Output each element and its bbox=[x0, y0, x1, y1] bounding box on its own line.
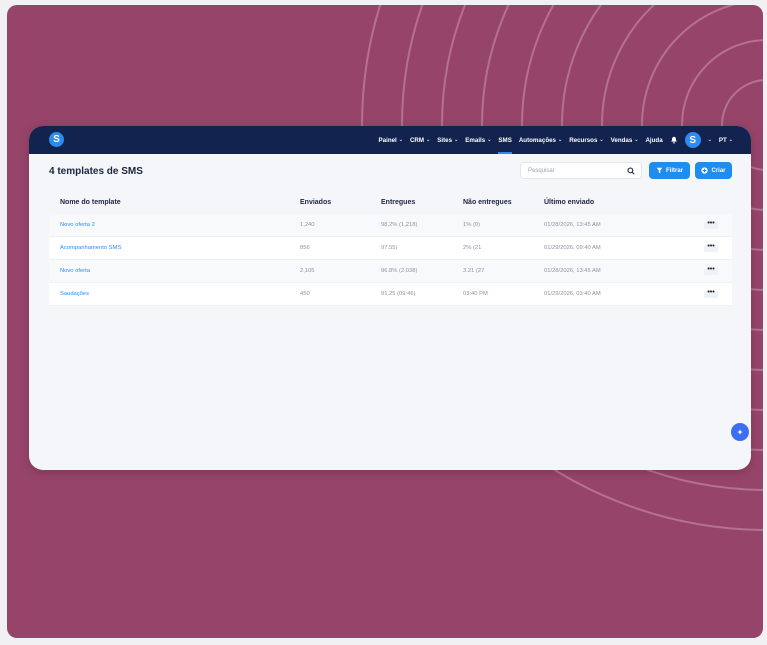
template-name-link[interactable]: Novo oferta 2 bbox=[49, 222, 300, 228]
header-sent[interactable]: Enviados bbox=[300, 199, 381, 206]
nav-item-sites[interactable]: Sites ⌄ bbox=[437, 126, 458, 154]
top-navbar: S Painel ⌄ CRM ⌄ Sites ⌄ Emails ⌄ SMS Automa… bbox=[29, 126, 751, 154]
search-input[interactable]: Pesquisar bbox=[520, 162, 642, 179]
chevron-down-icon: ⌄ bbox=[634, 137, 639, 143]
more-options-button[interactable]: ••• bbox=[704, 220, 718, 229]
header-template-name[interactable]: Nome do template bbox=[49, 199, 300, 206]
more-options-button[interactable]: ••• bbox=[704, 289, 718, 298]
filter-icon bbox=[656, 167, 663, 174]
search-placeholder: Pesquisar bbox=[528, 167, 555, 174]
chevron-down-icon: ⌄ bbox=[426, 137, 431, 143]
chevron-down-icon: ⌄ bbox=[599, 137, 604, 143]
create-button[interactable]: Criar bbox=[695, 162, 732, 179]
nav-item-ajuda[interactable]: Ajuda bbox=[645, 126, 662, 154]
background-frame: S Painel ⌄ CRM ⌄ Sites ⌄ Emails ⌄ SMS Automa… bbox=[7, 5, 763, 638]
nav-item-emails[interactable]: Emails ⌄ bbox=[465, 126, 491, 154]
main-menu: Painel ⌄ CRM ⌄ Sites ⌄ Emails ⌄ SMS Automaçõ… bbox=[379, 126, 733, 154]
template-name-link[interactable]: Acompanhamento SMS bbox=[49, 245, 300, 251]
last-sent-value: 01/29/2026, 09:40 AM bbox=[544, 245, 601, 251]
table-body: Novo oferta 2 1,240 98.2% (1,218) 1% (0)… bbox=[49, 214, 732, 306]
undelivered-value: 03:40 PM bbox=[463, 291, 488, 297]
assistant-button[interactable]: ✦ bbox=[731, 423, 749, 441]
app-window: S Painel ⌄ CRM ⌄ Sites ⌄ Emails ⌄ SMS Automa… bbox=[29, 126, 751, 470]
nav-item-automacoes[interactable]: Automações ⌄ bbox=[519, 126, 562, 154]
language-selector[interactable]: PT ⌄ bbox=[719, 126, 733, 154]
sent-value: 2,105 bbox=[300, 268, 315, 274]
template-name-link[interactable]: Saudações bbox=[49, 291, 300, 297]
user-menu-chevron[interactable]: ⌄ bbox=[708, 126, 712, 154]
chevron-down-icon: ⌄ bbox=[728, 137, 733, 143]
nav-item-vendas[interactable]: Vendas ⌄ bbox=[611, 126, 639, 154]
delivered-value: 91.25 (09:46) bbox=[381, 291, 416, 297]
undelivered-value: 1% (0) bbox=[463, 222, 481, 228]
logo[interactable]: S bbox=[49, 132, 64, 147]
more-options-button[interactable]: ••• bbox=[704, 266, 718, 275]
table-row: Novo oferta 2,105 96.8% (2,038) 3.21 (27… bbox=[49, 260, 732, 283]
table-row: Acompanhamento SMS 856 97.55) 2% (21 01/… bbox=[49, 237, 732, 260]
chevron-down-icon: ⌄ bbox=[707, 137, 712, 143]
delivered-value: 98.2% (1,218) bbox=[381, 222, 418, 228]
more-options-button[interactable]: ••• bbox=[704, 243, 718, 252]
delivered-value: 96.8% (2,038) bbox=[381, 268, 418, 274]
bell-icon[interactable] bbox=[670, 136, 678, 144]
nav-item-crm[interactable]: CRM ⌄ bbox=[410, 126, 430, 154]
chevron-down-icon: ⌄ bbox=[557, 137, 563, 143]
chevron-down-icon: ⌄ bbox=[454, 137, 459, 143]
undelivered-value: 3.21 (27 bbox=[463, 268, 485, 274]
table-header: Nome do template Enviados Entregues Não … bbox=[49, 190, 732, 214]
plus-circle-icon bbox=[701, 167, 709, 174]
undelivered-value: 2% (21 bbox=[463, 245, 482, 251]
last-sent-value: 01/28/2026, 13:45 AM bbox=[544, 222, 601, 228]
chevron-down-icon: ⌄ bbox=[487, 137, 492, 143]
page-title: 4 templates de SMS bbox=[49, 166, 143, 177]
filter-button[interactable]: Filtrar bbox=[649, 162, 690, 179]
template-name-link[interactable]: Novo oferta bbox=[49, 268, 300, 274]
templates-table: Nome do template Enviados Entregues Não … bbox=[49, 190, 732, 308]
sparkle-icon: ✦ bbox=[736, 427, 744, 437]
header-delivered[interactable]: Entregues bbox=[381, 199, 463, 206]
last-sent-value: 01/29/2026, 03:40 AM bbox=[544, 291, 601, 297]
nav-item-recursos[interactable]: Recursos ⌄ bbox=[569, 126, 603, 154]
header-undelivered[interactable]: Não entregues bbox=[463, 199, 544, 206]
nav-item-sms[interactable]: SMS bbox=[498, 126, 513, 154]
sent-value: 856 bbox=[300, 245, 310, 251]
nav-item-painel[interactable]: Painel ⌄ bbox=[379, 126, 403, 154]
header-last-sent[interactable]: Último enviado bbox=[544, 199, 692, 206]
last-sent-value: 01/28/2026, 13:45 AM bbox=[544, 268, 601, 274]
avatar[interactable]: S bbox=[684, 132, 701, 148]
chevron-down-icon: ⌄ bbox=[398, 137, 403, 143]
search-icon bbox=[627, 167, 635, 175]
table-row: Saudações 450 91.25 (09:46) 03:40 PM 01/… bbox=[49, 283, 732, 306]
table-row: Novo oferta 2 1,240 98.2% (1,218) 1% (0)… bbox=[49, 214, 732, 237]
sent-value: 1,240 bbox=[300, 222, 315, 228]
delivered-value: 97.55) bbox=[381, 245, 398, 251]
sent-value: 450 bbox=[300, 291, 310, 297]
